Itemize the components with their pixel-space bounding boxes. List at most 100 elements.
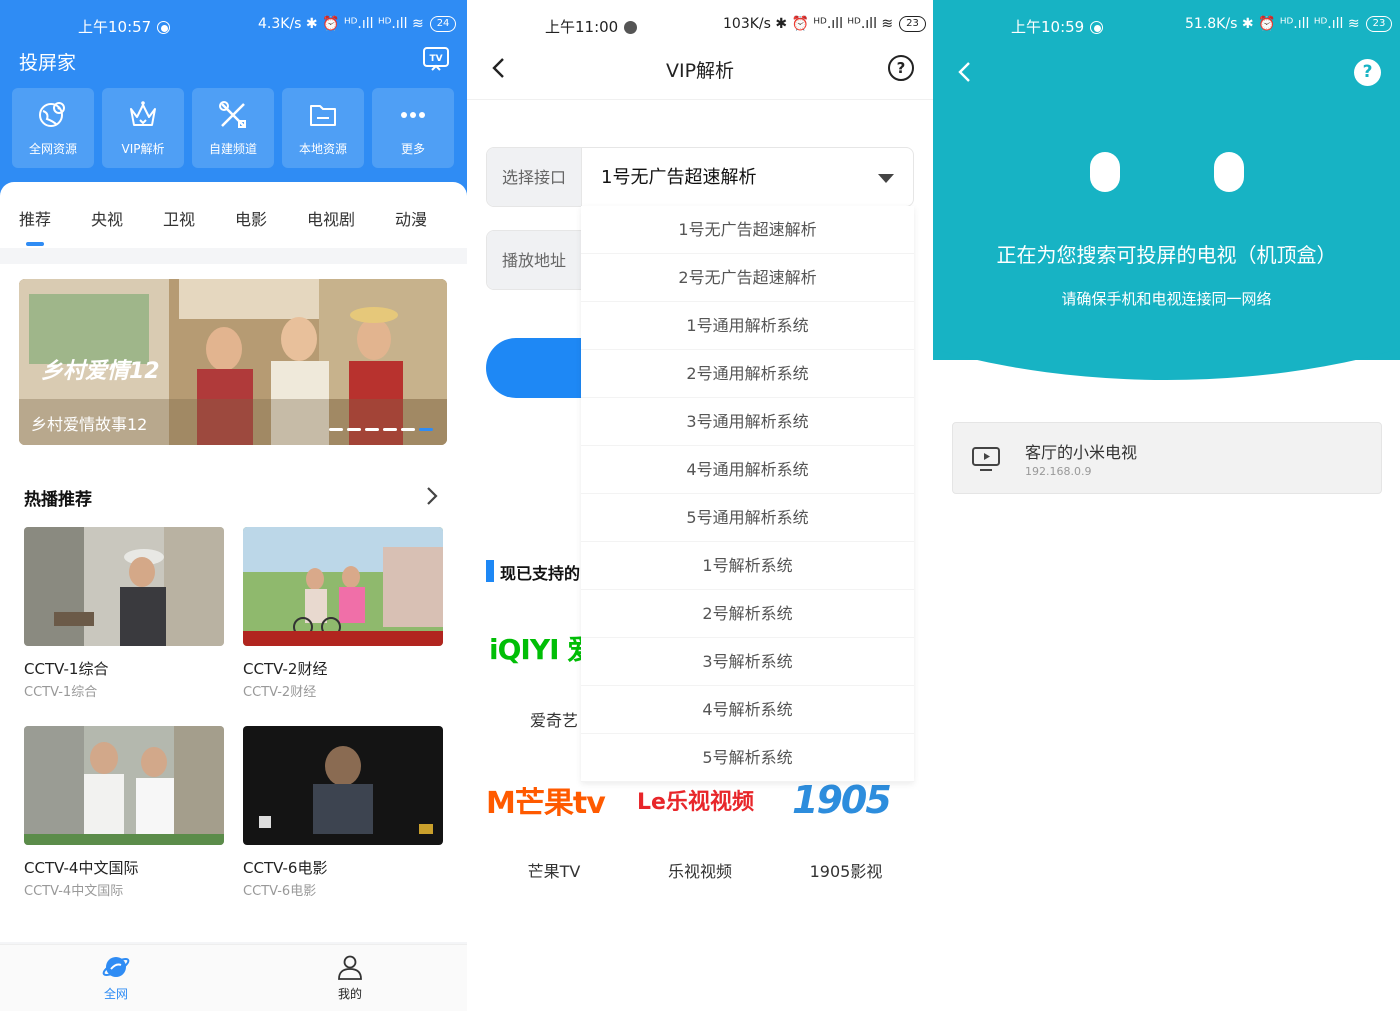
- tile-label: 自建频道: [208, 142, 257, 156]
- channel-thumbnail: [243, 527, 443, 646]
- home-screen: 上午10:57 4.3K/s ✱ ⏰ ᴴᴰ.ıll ᴴᴰ.ıll ≋ 24 投屏…: [0, 0, 467, 1011]
- dropdown-option[interactable]: 1号通用解析系统: [581, 302, 914, 350]
- nav-all[interactable]: 全网: [86, 953, 146, 1002]
- channel-card-cctv6[interactable]: CCTV-6电影 CCTV-6电影: [243, 726, 443, 899]
- dropdown-option[interactable]: 5号解析系统: [581, 734, 914, 782]
- tile-all-resources[interactable]: 全网资源: [12, 88, 94, 168]
- function-tiles: 全网资源 VIP解析 自建频道 本地资源 更多: [12, 88, 454, 168]
- nav-label: 我的: [337, 987, 362, 1001]
- tab-tv-series[interactable]: 电视剧: [307, 206, 355, 230]
- tools-icon: [219, 101, 246, 128]
- home-header: 上午10:57 4.3K/s ✱ ⏰ ᴴᴰ.ıll ᴴᴰ.ıll ≋ 24 投屏…: [0, 0, 467, 200]
- dropdown-option[interactable]: 4号通用解析系统: [581, 446, 914, 494]
- eye-left-icon: [1090, 152, 1120, 192]
- dropdown-option[interactable]: 1号无广告超速解析: [581, 206, 914, 254]
- m1905-logo: 1905: [792, 778, 892, 822]
- banner-carousel[interactable]: 乡村爱情12 乡村爱情故事12: [19, 279, 447, 445]
- channel-thumbnail: [243, 726, 443, 845]
- tab-cctv[interactable]: 央视: [91, 206, 123, 230]
- battery-icon: 24: [429, 16, 457, 32]
- carousel-dot: [383, 428, 397, 431]
- user-icon: [338, 955, 362, 980]
- dropdown-option[interactable]: 3号解析系统: [581, 638, 914, 686]
- folder-icon: [310, 105, 336, 126]
- vip-header: 上午11:00 103K/s ✱ ⏰ ᴴᴰ.ıll ᴴᴰ.ıll ≋ 23 VI…: [467, 0, 933, 100]
- back-arrow-icon[interactable]: [955, 60, 975, 84]
- tab-movie[interactable]: 电影: [235, 206, 267, 230]
- tile-vip-parse[interactable]: VIP解析: [102, 88, 184, 168]
- tv-icon: [972, 447, 1000, 471]
- interface-select[interactable]: 选择接口 1号无广告超速解析: [486, 147, 914, 207]
- tv-cast-icon[interactable]: TV: [422, 46, 450, 72]
- category-tabs: 推荐 央视 卫视 电影 电视剧 动漫: [0, 182, 467, 246]
- carousel-dot: [365, 428, 379, 431]
- status-time: 上午11:00: [545, 18, 619, 36]
- channel-card-cctv1[interactable]: CCTV-1综合 CCTV-1综合: [24, 527, 224, 700]
- interface-dropdown[interactable]: 1号无广告超速解析 2号无广告超速解析 1号通用解析系统 2号通用解析系统 3号通用解析…: [581, 206, 914, 782]
- device-item[interactable]: 客厅的小米电视 192.168.0.9: [952, 422, 1382, 494]
- channel-subtitle: CCTV-1综合: [24, 685, 98, 700]
- tile-label: VIP解析: [121, 142, 165, 156]
- dropdown-option[interactable]: 2号通用解析系统: [581, 350, 914, 398]
- status-info: 51.8K/s ✱ ⏰ ᴴᴰ.ıll ᴴᴰ.ıll ≋: [1185, 16, 1360, 32]
- nav-mine[interactable]: 我的: [320, 953, 380, 1002]
- search-title: 正在为您搜索可投屏的电视（机顶盒）: [996, 243, 1337, 267]
- dropdown-option[interactable]: 1号解析系统: [581, 542, 914, 590]
- interface-value: 1号无广告超速解析: [601, 167, 757, 188]
- dropdown-option[interactable]: 3号通用解析系统: [581, 398, 914, 446]
- help-icon[interactable]: ?: [1354, 59, 1381, 86]
- planet-icon: [102, 957, 130, 977]
- dropdown-option[interactable]: 2号无广告超速解析: [581, 254, 914, 302]
- battery-icon: 23: [899, 16, 926, 32]
- platform-label: 芒果TV: [527, 862, 581, 881]
- banner-caption: 乡村爱情故事12: [31, 415, 148, 434]
- carousel-dot-active: [419, 428, 433, 431]
- dnd-icon: [157, 21, 171, 34]
- letv-logo: Le乐视视频: [637, 790, 754, 815]
- tab-satellite[interactable]: 卫视: [163, 206, 195, 230]
- channel-card-cctv4[interactable]: CCTV-4中文国际 CCTV-4中文国际: [24, 726, 224, 899]
- nav-label: 全网: [103, 987, 128, 1001]
- device-name: 客厅的小米电视: [1025, 443, 1138, 462]
- vip-parse-screen: 上午11:00 103K/s ✱ ⏰ ᴴᴰ.ıll ᴴᴰ.ıll ≋ 23 VI…: [467, 0, 933, 1011]
- hot-section-title: 热播推荐: [24, 490, 92, 510]
- channel-title: CCTV-6电影: [243, 859, 328, 877]
- carousel-dot: [329, 428, 343, 431]
- eye-right-icon: [1214, 152, 1244, 192]
- caret-down-icon[interactable]: [878, 174, 894, 183]
- tab-recommend[interactable]: 推荐: [19, 206, 51, 230]
- tile-label: 全网资源: [28, 142, 77, 156]
- tile-more[interactable]: 更多: [372, 88, 454, 168]
- tile-label: 更多: [400, 142, 425, 156]
- chevron-right-icon[interactable]: [425, 486, 439, 506]
- carousel-dot: [401, 428, 415, 431]
- channel-thumbnail: [24, 726, 224, 845]
- cast-search-screen: 上午10:59 51.8K/s ✱ ⏰ ᴴᴰ.ıll ᴴᴰ.ıll ≋ 23 ?…: [933, 0, 1400, 1011]
- status-bar: 上午11:00 103K/s ✱ ⏰ ᴴᴰ.ıll ᴴᴰ.ıll ≋ 23: [467, 0, 933, 52]
- channel-title: CCTV-2财经: [243, 660, 328, 678]
- crown-icon: [130, 101, 156, 126]
- channel-card-cctv2[interactable]: CCTV-2财经 CCTV-2财经: [243, 527, 443, 700]
- svg-text:TV: TV: [429, 54, 442, 64]
- status-time: 上午10:57: [78, 18, 152, 36]
- platform-label: 1905影视: [809, 862, 883, 881]
- dropdown-option[interactable]: 5号通用解析系统: [581, 494, 914, 542]
- supported-section-title: 现已支持的: [486, 560, 580, 583]
- battery-icon: 23: [1365, 16, 1393, 32]
- help-icon[interactable]: ?: [888, 55, 914, 81]
- app-title: 投屏家: [19, 52, 77, 74]
- tab-indicator: [26, 242, 44, 246]
- tile-local-resources[interactable]: 本地资源: [282, 88, 364, 168]
- dropdown-option[interactable]: 2号解析系统: [581, 590, 914, 638]
- channel-title: CCTV-1综合: [24, 660, 109, 678]
- tile-custom-channel[interactable]: 自建频道: [192, 88, 274, 168]
- carousel-dots: [329, 428, 433, 431]
- globe-pin-icon: [39, 102, 65, 127]
- dropdown-option[interactable]: 4号解析系统: [581, 686, 914, 734]
- tile-label: 本地资源: [298, 142, 347, 156]
- tab-anime[interactable]: 动漫: [395, 206, 427, 230]
- search-subtitle: 请确保手机和电视连接同一网络: [1061, 290, 1272, 308]
- mangotv-logo: M芒果tv: [486, 786, 606, 821]
- channel-subtitle: CCTV-2财经: [243, 685, 317, 700]
- status-info: 103K/s ✱ ⏰ ᴴᴰ.ıll ᴴᴰ.ıll ≋: [723, 16, 894, 32]
